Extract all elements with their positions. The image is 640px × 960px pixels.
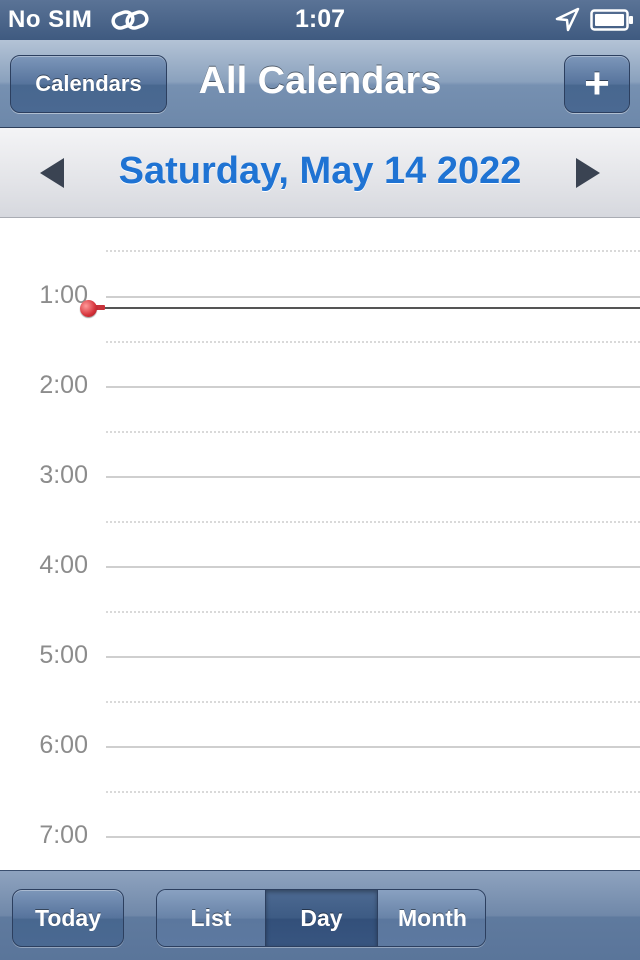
hour-row-2[interactable]: 2:00 — [0, 371, 640, 476]
page-title: All Calendars — [198, 60, 442, 102]
bottom-toolbar: Today List Day Month — [0, 870, 640, 960]
half-hour-line — [106, 250, 640, 252]
segment-day[interactable]: Day — [265, 890, 377, 946]
hour-label: 1:00 — [39, 281, 88, 309]
hour-label: 2:00 — [39, 371, 88, 399]
hour-label: 3:00 — [39, 461, 88, 489]
current-time-pin-icon — [80, 300, 97, 317]
hour-line — [106, 476, 640, 478]
hour-label: 7:00 — [39, 821, 88, 849]
status-bar: No SIM 1:07 — [0, 0, 640, 40]
triangle-right-icon[interactable] — [576, 158, 600, 188]
location-arrow-icon — [555, 7, 580, 32]
half-hour-line — [106, 791, 640, 793]
segment-month[interactable]: Month — [377, 890, 485, 946]
hour-row-4[interactable]: 4:00 — [0, 551, 640, 656]
half-hour-line — [106, 701, 640, 703]
half-hour-line — [106, 341, 640, 343]
hour-label: 6:00 — [39, 731, 88, 759]
hour-line — [106, 386, 640, 388]
half-hour-line — [106, 521, 640, 523]
battery-icon — [590, 9, 633, 31]
hour-line — [106, 836, 640, 838]
segment-list[interactable]: List — [157, 890, 265, 946]
current-time-line — [96, 307, 640, 309]
hour-row-6[interactable]: 6:00 — [0, 731, 640, 836]
hour-line — [106, 746, 640, 748]
hour-label: 5:00 — [39, 641, 88, 669]
hour-line — [106, 656, 640, 658]
hour-row-3[interactable]: 3:00 — [0, 461, 640, 566]
view-mode-segmented-control: List Day Month — [156, 889, 486, 947]
day-view-grid[interactable]: 1:00 2:00 3:00 4:00 5:00 6:00 7:00 — [0, 219, 640, 870]
hour-row-7[interactable]: 7:00 — [0, 821, 640, 870]
add-event-button[interactable]: + — [564, 55, 630, 113]
hour-line — [106, 296, 640, 298]
half-hour-line — [106, 611, 640, 613]
navigation-bar: Calendars All Calendars + — [0, 40, 640, 128]
hour-line — [106, 566, 640, 568]
status-time: 1:07 — [294, 5, 346, 33]
half-hour-line — [106, 431, 640, 433]
today-button[interactable]: Today — [12, 889, 124, 947]
hour-label: 4:00 — [39, 551, 88, 579]
current-date-label: Saturday, May 14 2022 — [118, 150, 522, 192]
hour-row-5[interactable]: 5:00 — [0, 641, 640, 746]
date-navigation-bar: Saturday, May 14 2022 — [0, 128, 640, 218]
